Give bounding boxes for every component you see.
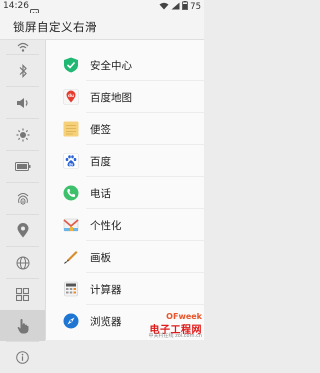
browser-icon — [63, 313, 79, 329]
status-bar: 14:26 75 — [0, 0, 204, 17]
sidebar-item-info[interactable] — [0, 342, 45, 373]
info-icon — [16, 351, 29, 364]
brightness-icon — [16, 128, 29, 141]
phone-icon — [63, 185, 79, 201]
security-center-icon — [64, 57, 78, 73]
app-label: 画板 — [90, 252, 111, 264]
battery-percent: 75 — [190, 2, 201, 12]
status-time: 14:26 — [3, 1, 29, 11]
baidu-map-icon: du — [63, 89, 79, 105]
fingerprint-icon — [17, 193, 28, 205]
app-label: 便签 — [90, 124, 111, 136]
sidebar-item-apps[interactable] — [0, 279, 45, 310]
volume-icon — [16, 97, 28, 108]
list-item[interactable]: du 百度 — [46, 145, 204, 177]
drawing-board-icon — [64, 251, 78, 264]
apps-grid-icon — [16, 288, 29, 301]
list-item[interactable]: 便签 — [46, 113, 204, 145]
app-label: 浏览器 — [90, 316, 122, 328]
watermark-brand: OFweek — [166, 312, 202, 321]
personalize-icon — [63, 218, 79, 232]
watermark-domain: zol.com.cn — [175, 333, 202, 339]
sidebar-item-globe[interactable] — [0, 247, 45, 278]
list-item[interactable]: 画板 — [46, 241, 204, 273]
hand-pointer-icon — [17, 318, 28, 333]
battery-icon — [14, 162, 30, 171]
app-label: 电话 — [90, 188, 111, 200]
list-item[interactable]: 电话 — [46, 177, 204, 209]
app-label: 百度 — [90, 156, 111, 168]
list-item[interactable]: 安全中心 — [46, 49, 204, 81]
list-item[interactable]: 计算器 — [46, 273, 204, 305]
wifi-icon — [17, 42, 28, 52]
sidebar-item-volume[interactable] — [0, 87, 45, 118]
sidebar-item-bluetooth[interactable] — [0, 55, 45, 86]
sidebar — [0, 40, 46, 364]
globe-icon — [16, 256, 29, 269]
battery-status-icon — [182, 1, 189, 13]
sidebar-item-gesture[interactable] — [0, 310, 45, 341]
svg-text:du: du — [68, 93, 74, 98]
list-item[interactable]: du 百度地图 — [46, 81, 204, 113]
signal-icon — [171, 2, 180, 13]
watermark: OFweek 电子工程网 中关村在线 zol.com.cn — [142, 312, 202, 339]
wifi-status-icon — [159, 2, 169, 13]
notes-icon — [63, 121, 79, 137]
svg-text:du: du — [69, 162, 74, 166]
app-label: 安全中心 — [90, 60, 132, 72]
status-right: 75 — [159, 1, 201, 13]
app-label: 个性化 — [90, 220, 122, 232]
app-label: 百度地图 — [90, 92, 132, 104]
sidebar-item-fingerprint[interactable] — [0, 183, 45, 214]
sidebar-item-location[interactable] — [0, 215, 45, 246]
baidu-icon: du — [63, 153, 79, 169]
location-icon — [17, 223, 28, 238]
watermark-sub-text: 中关村在线 — [148, 333, 174, 339]
sidebar-item-brightness[interactable] — [0, 119, 45, 150]
watermark-sub: 中关村在线 zol.com.cn — [149, 332, 202, 339]
title-bar: 锁屏自定义右滑 — [0, 13, 204, 40]
sidebar-item-wifi[interactable] — [0, 40, 45, 54]
bluetooth-icon — [19, 63, 27, 78]
list-item[interactable]: 个性化 — [46, 209, 204, 241]
calculator-icon — [64, 281, 78, 297]
app-list: 安全中心 du 百度地图 便签 du 百度 电话 个性化 画板 计算器 浏览器 — [46, 40, 204, 340]
page-title: 锁屏自定义右滑 — [13, 20, 97, 34]
sidebar-item-battery[interactable] — [0, 151, 45, 182]
app-label: 计算器 — [90, 284, 122, 296]
